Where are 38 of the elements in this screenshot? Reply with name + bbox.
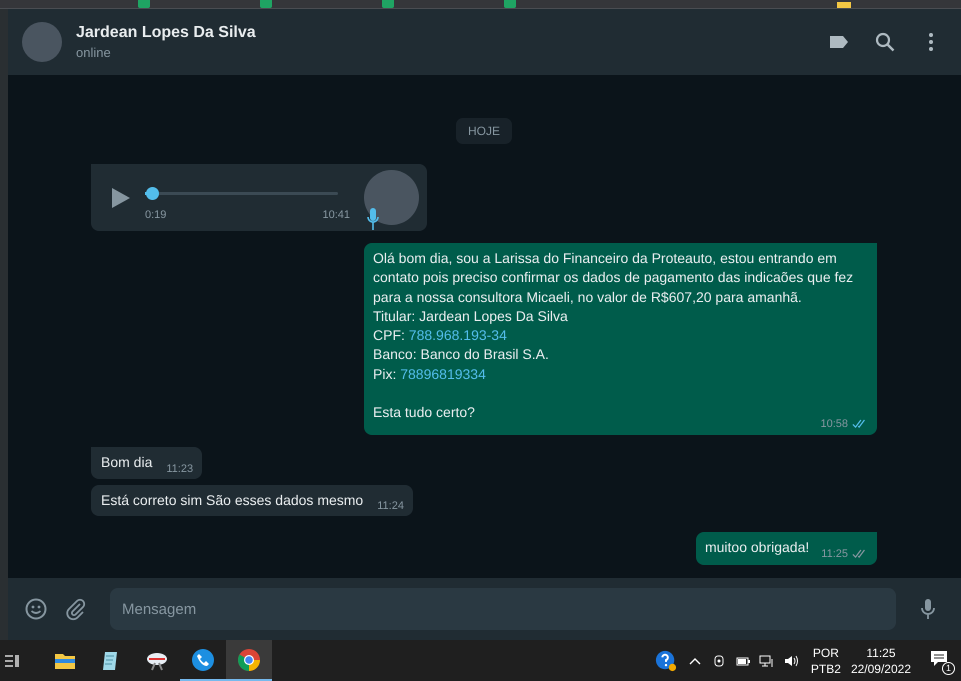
- field-label: Pix:: [373, 366, 396, 382]
- notification-count: 1: [942, 662, 955, 674]
- task-view-icon[interactable]: [4, 652, 20, 668]
- audio-progress-track[interactable]: [145, 187, 338, 200]
- input-language-indicator[interactable]: POR PTB2: [810, 644, 841, 676]
- message-time: 11:24: [377, 500, 404, 512]
- paperclip-icon[interactable]: [64, 597, 88, 621]
- link[interactable]: 788.968.193-34: [408, 327, 507, 344]
- field-label: Titular:: [373, 308, 416, 324]
- field-value: Banco do Brasil S.A.: [420, 346, 549, 362]
- date-chip: HOJE: [456, 118, 512, 144]
- field-label: Banco:: [373, 346, 417, 362]
- emoji-icon[interactable]: [24, 597, 48, 621]
- message-time: 11:25: [821, 548, 848, 560]
- contact-status: online: [76, 45, 112, 60]
- message-input-field[interactable]: Mensagem: [110, 588, 896, 630]
- audio-progress-thumb[interactable]: [146, 187, 159, 200]
- link[interactable]: 78896819334: [400, 366, 486, 382]
- chrome-icon[interactable]: [226, 640, 272, 681]
- play-icon[interactable]: [111, 186, 131, 208]
- network-icon[interactable]: [758, 652, 775, 668]
- clock[interactable]: 11:25 22/09/2022: [850, 644, 911, 676]
- message-text: Bom dia: [101, 453, 152, 472]
- message-text: Está correto sim São esses dados mesmo: [101, 490, 364, 510]
- message-time: 10:41: [322, 209, 350, 221]
- audio-duration: 0:19: [145, 209, 166, 221]
- contact-name: Jardean Lopes Da Silva: [76, 24, 257, 42]
- message-time: 11:23: [166, 462, 194, 475]
- field-label: CPF:: [373, 327, 405, 344]
- help-icon[interactable]: [654, 650, 677, 672]
- microphone-icon: [367, 207, 379, 231]
- field-value: Jardean Lopes Da Silva: [419, 308, 568, 324]
- message-text: Olá bom dia, sou a Larissa do Financeiro da Proteauto, estou entrando em contato pois preciso confirmar os dados de pagamento das indicaões que fez para a nossa consultora Micaeli, no valor de R$607,20 para amanhã.: [373, 249, 854, 307]
- message-time: 10:58: [820, 418, 848, 430]
- search-icon[interactable]: [873, 30, 897, 54]
- message-text: muitoo obrigada!: [704, 538, 810, 557]
- message-text: Esta tudo certo?: [373, 403, 476, 422]
- notification-button[interactable]: 1: [929, 648, 953, 672]
